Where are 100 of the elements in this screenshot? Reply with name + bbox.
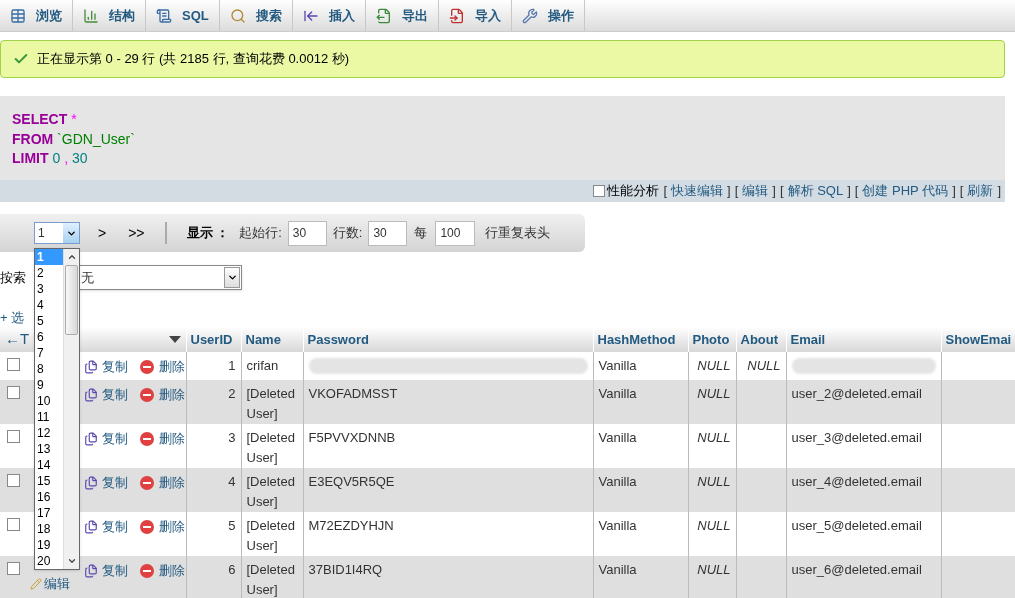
dropdown-option[interactable]: 3 <box>35 281 63 297</box>
import-icon <box>448 7 465 24</box>
action-link[interactable]: 解析 SQL <box>787 181 844 201</box>
next-page-button[interactable]: > <box>98 222 107 244</box>
row-checkbox[interactable] <box>7 358 20 371</box>
dropdown-option[interactable]: 20 <box>35 553 63 569</box>
checkbox[interactable] <box>593 185 606 197</box>
dropdown-option[interactable]: 2 <box>35 265 63 281</box>
column-header[interactable]: UserID <box>190 331 233 347</box>
delete-link[interactable]: 删除 <box>159 517 185 537</box>
dropdown-option[interactable]: 15 <box>35 473 63 489</box>
copy-link[interactable]: 复制 <box>102 385 128 405</box>
column-header[interactable]: Photo <box>692 331 730 347</box>
table-cell: Vanilla <box>593 512 688 556</box>
sql-query: SELECT * FROM `GDN_User` LIMIT 0 , 30 <box>11 110 136 168</box>
column-header[interactable]: Password <box>307 331 369 347</box>
dropdown-option[interactable]: 11 <box>35 409 63 425</box>
dropdown-option[interactable]: 6 <box>35 329 63 345</box>
copy-link[interactable]: 复制 <box>102 357 128 377</box>
delete-icon <box>140 431 154 446</box>
toolbar-tab[interactable]: 浏览 <box>0 0 73 31</box>
last-page-button[interactable]: >> <box>128 222 145 244</box>
scrollbar-thumb[interactable] <box>65 265 78 335</box>
table-cell: Vanilla <box>593 380 688 424</box>
row-checkbox[interactable] <box>7 474 20 487</box>
table-cell: 37BID1I4RQ <box>303 556 593 598</box>
delete-link[interactable]: 删除 <box>159 357 185 377</box>
dropdown-option[interactable]: 8 <box>35 361 63 377</box>
column-header[interactable]: Name <box>245 331 281 347</box>
dropdown-option[interactable]: 9 <box>35 377 63 393</box>
row-count-input[interactable]: 30 <box>368 220 408 246</box>
copy-link[interactable]: 复制 <box>102 561 128 581</box>
start-row-input[interactable]: 30 <box>287 220 327 246</box>
toolbar-tab[interactable]: 插入 <box>292 0 366 31</box>
copy-icon <box>84 359 98 374</box>
toolbar-tab[interactable]: SQL <box>146 0 220 31</box>
row-checkbox[interactable] <box>7 562 20 575</box>
column-header[interactable]: ShowEmai <box>945 331 1012 347</box>
table-cell: user_4@deleted.email <box>786 468 941 512</box>
table-cell: 2 <box>186 380 241 424</box>
bracket: ] <box>997 182 1001 201</box>
copy-link[interactable]: 复制 <box>102 517 128 537</box>
dropdown-option[interactable]: 16 <box>35 489 63 505</box>
dropdown-option[interactable]: 13 <box>35 441 63 457</box>
table-cell: user_5@deleted.email <box>786 512 941 556</box>
toolbar-tab[interactable]: 结构 <box>73 0 146 31</box>
dropdown-option[interactable]: 12 <box>35 425 63 441</box>
toolbar-tab[interactable]: 导入 <box>438 0 512 31</box>
delete-link[interactable]: 删除 <box>159 561 185 581</box>
table-cell: [Deleted User] <box>241 424 303 468</box>
table-cell: NULL <box>688 512 736 556</box>
column-arrows[interactable]: ←T <box>5 328 30 351</box>
dropdown-option[interactable]: 7 <box>35 345 63 361</box>
delete-icon <box>140 519 154 534</box>
row-checkbox[interactable] <box>7 430 20 443</box>
dropdown-option[interactable]: 18 <box>35 521 63 537</box>
column-header[interactable]: About <box>740 331 779 347</box>
delete-link[interactable]: 删除 <box>159 429 185 449</box>
edit-link[interactable]: 编辑 <box>44 574 70 594</box>
dropdown-option[interactable]: 19 <box>35 537 63 553</box>
copy-link[interactable]: 复制 <box>102 473 128 493</box>
search-icon <box>229 7 246 24</box>
table-cell: F5PVVXDNNB <box>303 424 593 468</box>
table-cell: 1 <box>186 352 241 380</box>
scrollbar[interactable] <box>63 249 79 569</box>
row-checkbox[interactable] <box>7 518 20 531</box>
dropdown-option[interactable]: 17 <box>35 505 63 521</box>
dropdown-option[interactable]: 5 <box>35 313 63 329</box>
table-cell: Vanilla <box>593 424 688 468</box>
table-cell: [Deleted User] <box>241 468 303 512</box>
delete-link[interactable]: 删除 <box>159 385 185 405</box>
scroll-up-icon[interactable] <box>66 252 77 262</box>
table-cell: NULL <box>688 424 736 468</box>
action-link[interactable]: 刷新 <box>967 181 994 201</box>
sort-by-index-label: 按索 <box>0 268 26 287</box>
copy-link[interactable]: 复制 <box>102 429 128 449</box>
show-label: 显示 ： <box>186 224 230 243</box>
action-link[interactable]: 创建 PHP 代码 <box>862 181 949 201</box>
toolbar-tab[interactable]: 导出 <box>365 0 439 31</box>
bracket: ] <box>727 182 731 201</box>
table-cell <box>736 424 786 468</box>
sort-triangle-icon[interactable] <box>168 336 181 343</box>
toolbar-tab[interactable]: 操作 <box>511 0 585 31</box>
dropdown-option[interactable]: 10 <box>35 393 63 409</box>
page-select[interactable]: 1 <box>34 222 80 244</box>
action-link[interactable]: 编辑 <box>742 181 769 201</box>
action-link[interactable]: 快速编辑 <box>671 181 724 201</box>
table-cell: NULL <box>688 352 736 380</box>
options-link[interactable]: + 选 <box>0 308 25 328</box>
repeat-header-input[interactable]: 100 <box>435 220 476 246</box>
row-checkbox[interactable] <box>7 386 20 399</box>
delete-link[interactable]: 删除 <box>159 473 185 493</box>
delete-icon <box>140 475 154 490</box>
scroll-down-icon[interactable] <box>66 556 77 566</box>
toolbar-tab[interactable]: 搜索 <box>219 0 293 31</box>
column-header[interactable]: HashMethod <box>597 331 676 347</box>
wrench-icon <box>521 7 538 24</box>
dropdown-option[interactable]: 4 <box>35 297 63 313</box>
column-header[interactable]: Email <box>790 331 826 347</box>
dropdown-option[interactable]: 14 <box>35 457 63 473</box>
